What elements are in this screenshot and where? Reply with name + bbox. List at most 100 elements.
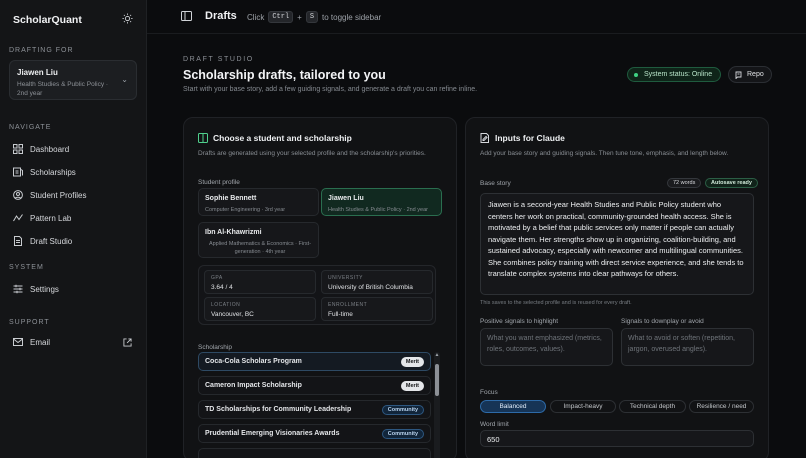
profile-subtitle: Health Studies & Public Policy · 2nd yea… bbox=[17, 81, 109, 97]
stat-value: University of British Columbia bbox=[328, 284, 413, 291]
kbd-s: S bbox=[305, 11, 319, 23]
nav-item-settings[interactable]: Settings bbox=[13, 282, 59, 296]
scholarship-item[interactable]: Cameron Impact Scholarship Merit bbox=[198, 376, 431, 395]
profile-selector[interactable]: Jiawen Liu Health Studies & Public Polic… bbox=[9, 60, 137, 100]
nav-item-dashboard[interactable]: Dashboard bbox=[13, 142, 69, 156]
scholarship-item[interactable]: TD Scholarships for Community Leadership… bbox=[198, 400, 431, 419]
student-name: Ibn Al-Khawrizmi bbox=[205, 229, 262, 236]
document-icon bbox=[14, 236, 22, 246]
sidebar: ScholarQuant DRAFTING FOR Jiawen Liu Hea… bbox=[0, 0, 147, 458]
word-limit-input[interactable]: 650 bbox=[480, 430, 754, 447]
external-link-icon[interactable] bbox=[123, 338, 132, 347]
sidebar-toggle-icon[interactable] bbox=[181, 11, 192, 21]
right-panel-title: Inputs for Claude bbox=[480, 133, 565, 143]
page-title: Drafts bbox=[205, 10, 237, 22]
nav-item-draft-studio[interactable]: Draft Studio bbox=[13, 234, 72, 248]
status-text: System status: Online bbox=[644, 71, 713, 78]
left-panel-title-text: Choose a student and scholarship bbox=[213, 133, 352, 143]
autosave-badge: Autosave ready bbox=[705, 178, 758, 188]
word-count-badge: 72 words bbox=[667, 178, 702, 188]
nav-item-email[interactable]: Email bbox=[13, 335, 50, 349]
stat-university: UNIVERSITY University of British Columbia bbox=[321, 270, 433, 294]
scholarship-item[interactable]: Coca-Cola Scholars Program Merit bbox=[198, 352, 431, 371]
stat-enrollment: ENROLLMENT Full-time bbox=[321, 297, 433, 321]
stat-key: GPA bbox=[211, 275, 223, 281]
right-panel-desc: Add your base story and guiding signals.… bbox=[480, 150, 729, 157]
sliders-icon bbox=[13, 284, 23, 294]
drafting-for-label: DRAFTING FOR bbox=[9, 47, 74, 54]
split-panel-icon bbox=[198, 133, 208, 143]
repo-icon bbox=[735, 71, 742, 79]
student-card-ibn[interactable]: Ibn Al-Khawrizmi Applied Mathematics & E… bbox=[198, 222, 319, 258]
nav-item-pattern-lab[interactable]: Pattern Lab bbox=[13, 211, 71, 225]
student-sub: Applied Mathematics & Economics · First-… bbox=[208, 241, 312, 255]
dashboard-icon bbox=[13, 144, 23, 154]
student-name: Sophie Bennett bbox=[205, 195, 257, 202]
profile-name: Jiawen Liu bbox=[17, 68, 58, 77]
stat-value: 3.64 / 4 bbox=[211, 284, 233, 291]
scholarship-label: Scholarship bbox=[198, 344, 232, 351]
base-story-textarea[interactable]: Jiawen is a second-year Health Studies a… bbox=[480, 193, 754, 295]
scholarships-icon bbox=[13, 167, 23, 177]
scholarship-badge: Community bbox=[381, 405, 424, 415]
nav-label-settings: Settings bbox=[30, 284, 59, 294]
scholarship-name: TD Scholarships for Community Leadership bbox=[205, 406, 352, 413]
student-card-sophie[interactable]: Sophie Bennett Computer Engineering · 3r… bbox=[198, 188, 319, 216]
focus-option-balanced[interactable]: Balanced bbox=[480, 400, 546, 413]
scholarship-badge: Merit bbox=[400, 381, 424, 391]
nav-label-email: Email bbox=[30, 337, 51, 347]
hint-post: to toggle sidebar bbox=[322, 12, 382, 22]
student-scholarship-panel: Choose a student and scholarship Drafts … bbox=[183, 117, 457, 458]
right-panel-title-text: Inputs for Claude bbox=[495, 133, 565, 143]
hint-plus: + bbox=[297, 12, 302, 22]
stat-value: Vancouver, BC bbox=[211, 311, 254, 318]
user-icon bbox=[13, 190, 23, 200]
scholarship-name: Coca-Cola Scholars Program bbox=[205, 358, 302, 365]
negative-signals-input[interactable]: What to avoid or soften (repetition, jar… bbox=[621, 328, 754, 366]
scroll-up-icon[interactable]: ▲ bbox=[434, 352, 440, 358]
mail-icon bbox=[13, 338, 23, 346]
focus-option-technical-depth[interactable]: Technical depth bbox=[619, 400, 686, 413]
navigate-label: NAVIGATE bbox=[9, 124, 52, 131]
left-panel-desc: Drafts are generated using your selected… bbox=[198, 150, 426, 157]
student-name: Jiawen Liu bbox=[328, 195, 364, 202]
scholarship-name: Prudential Emerging Visionaries Awards bbox=[205, 430, 340, 437]
stat-value: Full-time bbox=[328, 311, 353, 318]
scholarship-scrollbar[interactable]: ▲ bbox=[434, 352, 440, 458]
stat-key: UNIVERSITY bbox=[328, 275, 364, 281]
left-panel-title: Choose a student and scholarship bbox=[198, 133, 352, 143]
stat-key: ENROLLMENT bbox=[328, 302, 368, 308]
scholarship-name: Cameron Impact Scholarship bbox=[205, 382, 302, 389]
edit-document-icon bbox=[480, 133, 489, 143]
scrollbar-thumb[interactable] bbox=[435, 364, 439, 396]
top-bar: Drafts Click Ctrl + S to toggle sidebar bbox=[147, 0, 806, 34]
scholarship-item[interactable]: Prudential Emerging Visionaries Awards Co… bbox=[198, 424, 431, 443]
student-card-jiawen[interactable]: Jiawen Liu Health Studies & Public Polic… bbox=[321, 188, 442, 216]
base-story-label: Base story bbox=[480, 180, 511, 187]
student-sub: Computer Engineering · 3rd year bbox=[205, 207, 286, 213]
repo-label: Repo bbox=[747, 71, 764, 78]
base-story-hint: This saves to the selected profile and i… bbox=[480, 300, 632, 306]
negative-signals-label: Signals to downplay or avoid bbox=[621, 318, 704, 325]
stat-key: LOCATION bbox=[211, 302, 241, 308]
positive-signals-input[interactable]: What you want emphasized (metrics, roles… bbox=[480, 328, 613, 366]
focus-option-impact-heavy[interactable]: Impact-heavy bbox=[550, 400, 616, 413]
support-label: SUPPORT bbox=[9, 319, 50, 326]
nav-item-student-profiles[interactable]: Student Profiles bbox=[13, 188, 86, 202]
nav-item-scholarships[interactable]: Scholarships bbox=[13, 165, 76, 179]
student-sub: Health Studies & Public Policy · 2nd yea… bbox=[328, 207, 428, 213]
student-profile-label: Student profile bbox=[198, 179, 240, 186]
nav-label-pattern-lab: Pattern Lab bbox=[30, 213, 72, 223]
nav-label-draft-studio: Draft Studio bbox=[30, 236, 73, 246]
scholarship-badge: Community bbox=[381, 429, 424, 439]
status-dot-icon bbox=[634, 73, 638, 77]
hint-pre: Click bbox=[247, 12, 265, 22]
main-subtitle: Start with your base story, add a few gu… bbox=[183, 86, 478, 93]
repo-button[interactable]: Repo bbox=[728, 66, 772, 83]
theme-toggle-sun-icon[interactable] bbox=[122, 13, 133, 24]
scholarship-item-partial[interactable] bbox=[198, 448, 431, 458]
focus-option-resilience[interactable]: Resilience / need bbox=[689, 400, 754, 413]
chevron-down-icon: ⌄ bbox=[121, 75, 128, 84]
stat-location: LOCATION Vancouver, BC bbox=[204, 297, 316, 321]
scholarship-badge: Merit bbox=[400, 357, 424, 367]
